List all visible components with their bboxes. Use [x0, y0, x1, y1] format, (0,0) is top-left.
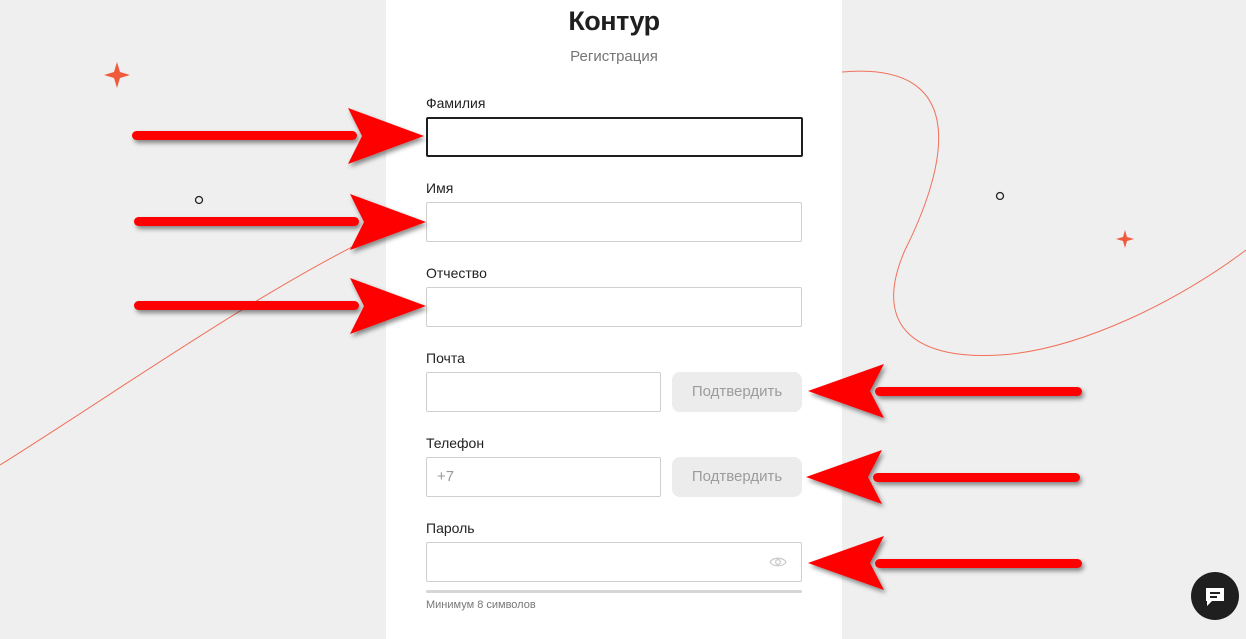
- sparkle-icon: [104, 62, 130, 88]
- chat-button[interactable]: [1191, 572, 1239, 620]
- firstname-label: Имя: [426, 180, 454, 196]
- password-input[interactable]: [426, 542, 802, 582]
- phone-input-placeholder: +7: [437, 468, 455, 485]
- password-label: Пароль: [426, 520, 475, 536]
- lastname-input[interactable]: [426, 117, 803, 157]
- phone-input[interactable]: +7: [426, 457, 661, 497]
- password-hint: Минимум 8 символов: [426, 599, 536, 611]
- password-strength-bar: [426, 590, 802, 593]
- circle-icon: [194, 195, 204, 205]
- email-confirm-button[interactable]: Подтвердить: [672, 372, 802, 412]
- registration-card: Контур Регистрация Фамилия Имя Отчество …: [386, 0, 842, 639]
- phone-confirm-button[interactable]: Подтвердить: [672, 457, 802, 497]
- chat-icon: [1206, 588, 1224, 606]
- page-title: Регистрация: [570, 48, 658, 65]
- patronymic-label: Отчество: [426, 265, 487, 281]
- lastname-label: Фамилия: [426, 95, 486, 111]
- circle-icon: [995, 191, 1005, 201]
- email-label: Почта: [426, 350, 465, 366]
- phone-label: Телефон: [426, 435, 485, 451]
- email-input[interactable]: [426, 372, 661, 412]
- eye-icon[interactable]: [769, 556, 787, 568]
- firstname-input[interactable]: [426, 202, 802, 242]
- patronymic-input[interactable]: [426, 287, 802, 327]
- brand-logo: Контур: [568, 6, 660, 36]
- sparkle-icon: [1116, 230, 1134, 248]
